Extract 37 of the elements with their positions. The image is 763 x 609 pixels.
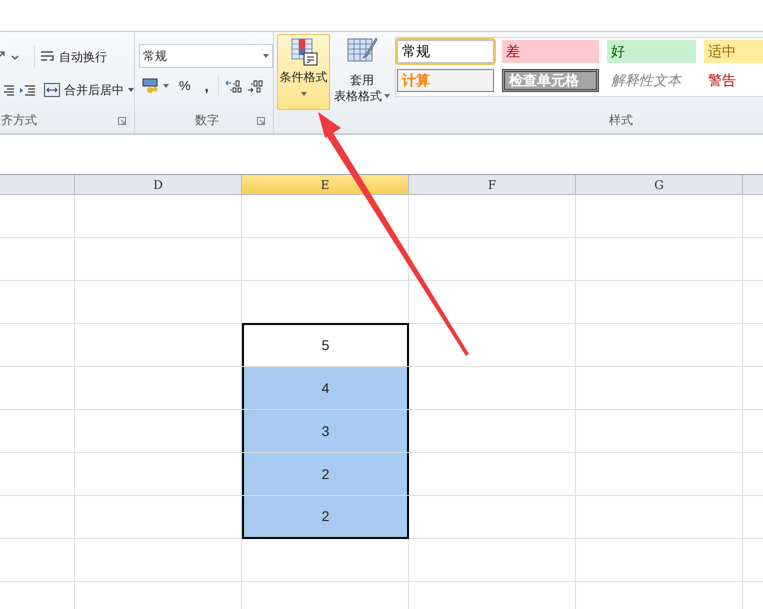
wrap-text-button[interactable]: 自动换行 — [40, 48, 107, 66]
indent-icon[interactable] — [19, 84, 35, 96]
increase-decimal-icon[interactable] — [225, 78, 244, 94]
caret-icon[interactable] — [163, 84, 169, 88]
column-header[interactable]: F — [409, 175, 576, 194]
conditional-format-icon — [288, 37, 318, 67]
table-cell: 3 — [242, 410, 409, 452]
conditional-format-button[interactable]: 条件格式 — [277, 34, 330, 110]
table-cell: 4 — [242, 367, 409, 409]
cell-style-item[interactable]: 差 — [502, 40, 599, 63]
decrease-decimal-icon[interactable] — [247, 78, 266, 94]
group-label: 数字 — [195, 112, 219, 129]
caret-icon — [384, 94, 390, 98]
cell-style-item[interactable]: 好 — [607, 40, 696, 63]
table-format-button[interactable]: 套用 表格格式 — [331, 35, 393, 104]
column-header[interactable]: G — [576, 175, 743, 194]
align-right-icon[interactable] — [2, 84, 14, 96]
number-format-dropdown[interactable]: 常规 — [139, 44, 273, 68]
table-cell: 5 — [242, 323, 409, 366]
merge-cells-icon — [44, 82, 60, 96]
caret-icon — [300, 92, 306, 96]
percent-button[interactable]: % — [179, 76, 191, 96]
wrap-text-icon — [40, 50, 55, 63]
group-label: 齐方式 — [1, 112, 37, 129]
comma-button[interactable]: , — [204, 76, 208, 96]
dialog-launcher-icon[interactable] — [257, 117, 265, 125]
cell-style-item[interactable]: 适中 — [704, 40, 763, 63]
merge-center-button[interactable]: 合并后居中 — [44, 80, 134, 98]
dialog-launcher-icon[interactable] — [118, 117, 126, 125]
group-label: 样式 — [609, 112, 633, 129]
table-cell: 2 — [242, 453, 409, 495]
caret-icon — [263, 54, 269, 58]
cell-style-item[interactable]: 常规 — [397, 40, 494, 63]
table-cell: 2 — [242, 496, 409, 539]
caret-icon — [128, 88, 134, 92]
column-header[interactable]: E — [242, 175, 409, 194]
currency-icon[interactable] — [142, 78, 160, 94]
